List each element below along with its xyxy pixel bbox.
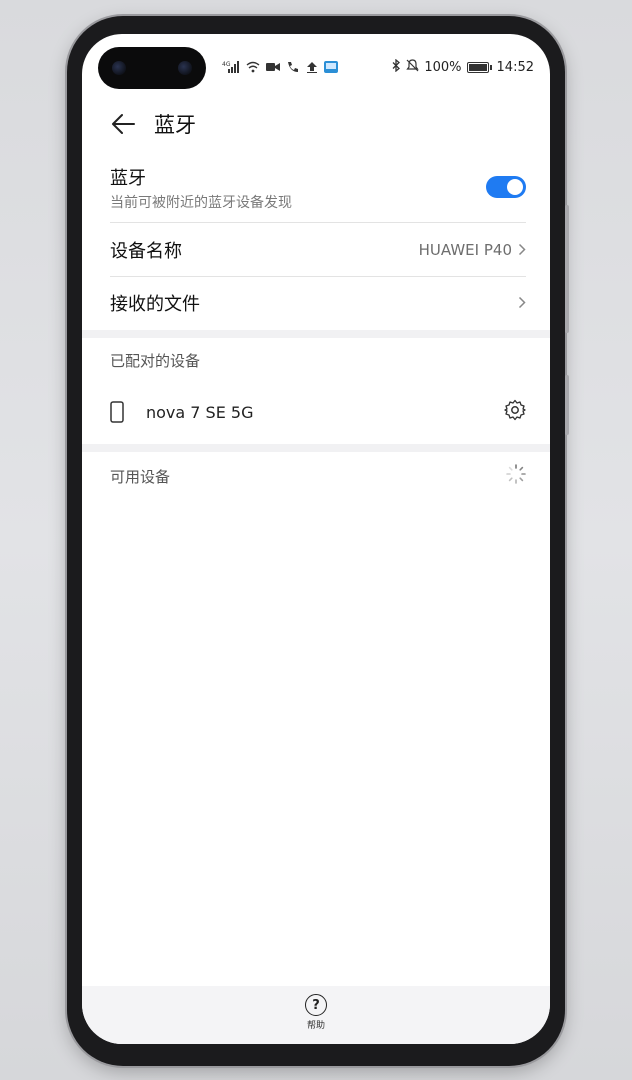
bluetooth-label: 蓝牙 — [110, 168, 146, 189]
section-gap — [82, 330, 550, 338]
help-icon: ? — [305, 994, 327, 1016]
section-gap — [82, 444, 550, 452]
bluetooth-discoverable-text: 当前可被附近的蓝牙设备发现 — [110, 195, 292, 211]
screen-record-icon — [324, 61, 338, 73]
bluetooth-status-icon — [392, 58, 401, 75]
paired-device-row[interactable]: nova 7 SE 5G — [110, 390, 526, 434]
volume-button — [565, 205, 569, 333]
phone-call-icon — [288, 62, 298, 72]
received-files-label: 接收的文件 — [110, 294, 200, 315]
bluetooth-toggle-row[interactable]: 蓝牙 当前可被附近的蓝牙设备发现 — [110, 162, 526, 220]
device-name-label: 设备名称 — [110, 241, 182, 262]
front-camera-lens — [112, 61, 126, 75]
status-bar-left: 4G — [222, 58, 338, 76]
paired-devices-header: 已配对的设备 — [110, 352, 201, 370]
svg-text:4G: 4G — [222, 61, 231, 68]
device-settings-button[interactable] — [504, 399, 526, 425]
device-name-value: HUAWEI P40 — [418, 241, 512, 259]
help-button[interactable]: ? 帮助 — [305, 994, 327, 1031]
device-name-row[interactable]: 设备名称 HUAWEI P40 — [110, 224, 526, 276]
upload-icon — [307, 62, 317, 73]
bottom-toolbar: ? 帮助 — [82, 986, 550, 1044]
scanning-spinner-icon — [506, 464, 526, 484]
paired-device-name: nova 7 SE 5G — [146, 402, 254, 422]
chevron-right-icon — [518, 294, 526, 313]
help-label: 帮助 — [306, 1021, 325, 1031]
battery-icon — [466, 61, 492, 73]
wifi-icon — [246, 61, 260, 73]
battery-percent: 100% — [424, 59, 462, 75]
bluetooth-switch[interactable] — [486, 176, 526, 198]
signal-icon: 4G — [222, 61, 239, 73]
gear-icon — [504, 399, 526, 421]
mute-icon — [406, 59, 420, 75]
received-files-row[interactable]: 接收的文件 — [110, 277, 526, 329]
app-header: 蓝牙 — [82, 104, 550, 144]
page-title: 蓝牙 — [154, 113, 196, 137]
clock: 14:52 — [496, 59, 534, 75]
status-bar-right: 100% 14:52 — [392, 58, 534, 76]
power-button — [565, 375, 569, 435]
switch-knob — [507, 179, 523, 195]
back-arrow-icon — [112, 114, 135, 134]
chevron-right-icon — [518, 241, 526, 260]
phone-icon — [110, 401, 124, 423]
back-button[interactable] — [108, 109, 138, 139]
front-camera-lens — [178, 61, 192, 75]
camera-cutout — [98, 47, 206, 89]
divider — [110, 222, 526, 223]
available-devices-header: 可用设备 — [110, 468, 171, 486]
video-call-icon — [266, 63, 280, 71]
screen: 4G 100% 14:52 蓝牙 蓝牙 当前可被附近的蓝牙设备发现 设备名称 H… — [82, 34, 550, 1044]
